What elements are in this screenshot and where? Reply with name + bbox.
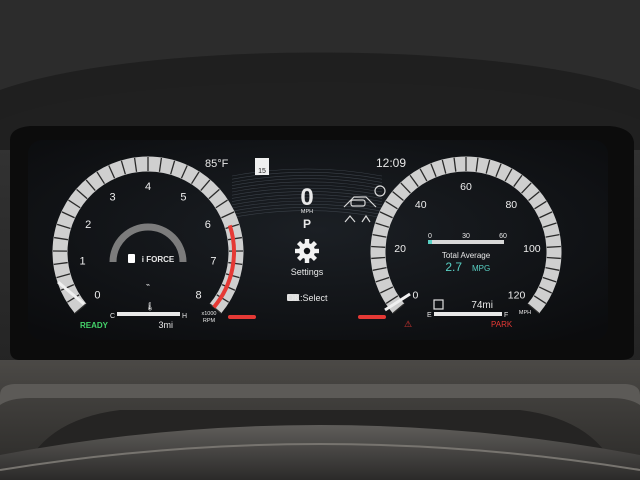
clock: 12:09 [376, 156, 406, 170]
thermometer-icon: 🌡 [145, 302, 155, 311]
fuel-high-label: F [504, 312, 508, 319]
speedo-label-60: 60 [460, 181, 472, 193]
gauge-tick [546, 245, 561, 248]
speedo-label-80: 80 [505, 199, 517, 211]
mpg-scale-0: 0 [428, 233, 432, 240]
seatbelt-sign-value: 15 [258, 168, 266, 175]
fuel-low-label: E [427, 312, 432, 319]
speedo-label-40: 40 [415, 199, 427, 211]
mpg-scale-60: 60 [499, 233, 507, 240]
left-red-bar [228, 315, 256, 319]
tach-label-5: 5 [180, 191, 186, 203]
mpg-bar-fill [428, 240, 432, 244]
mpg-scale-30: 30 [462, 233, 470, 240]
mpg-value: 2.7 [445, 260, 462, 274]
trip-distance: 3mi [158, 320, 173, 330]
speedo-unit: MPH [519, 310, 531, 316]
tach-label-4: 4 [145, 181, 151, 193]
gear-indicator: P [303, 217, 311, 231]
dashboard-photo: 0 1 2 3 4 5 6 7 8 x1000 RPM i FORCE ⌁ C H 🌡 READ… [0, 0, 640, 480]
brand-i-badge [128, 254, 135, 263]
park-indicator: PARK [491, 320, 513, 329]
speedo-label-120: 120 [508, 289, 526, 301]
tach-label-6: 6 [205, 219, 211, 231]
speedo-label-0: 0 [413, 289, 419, 301]
tach-label-7: 7 [210, 256, 216, 268]
speed-value: 0 [300, 184, 313, 211]
tach-unit-1: x1000 [202, 311, 217, 317]
right-red-bar [358, 315, 386, 319]
ready-indicator: READY [80, 321, 109, 330]
settings-label: Settings [291, 267, 324, 277]
tach-unit-2: RPM [203, 318, 216, 324]
eco-icon: ⌁ [146, 282, 150, 289]
speed-unit: MPH [301, 209, 313, 215]
gear-icon [295, 239, 319, 263]
tach-label-8: 8 [195, 289, 201, 301]
gear-hole [303, 247, 311, 255]
temp-low-label: C [110, 313, 115, 320]
tach-label-1: 1 [80, 256, 86, 268]
temp-high-label: H [182, 313, 187, 320]
fuel-bar [434, 312, 502, 316]
brand-text: i FORCE [142, 255, 175, 264]
tach-label-2: 2 [85, 219, 91, 231]
mpg-label: Total Average [442, 251, 491, 260]
outside-temperature: 85°F [205, 158, 229, 170]
seatbelt-reminder: 15 [255, 158, 269, 175]
mpg-bar [428, 240, 504, 244]
tach-label-3: 3 [109, 191, 115, 203]
ok-select-hint: OK:Select [287, 293, 328, 303]
tach-label-0: 0 [94, 289, 100, 301]
speedo-label-20: 20 [394, 243, 406, 255]
gauge-tick [371, 245, 386, 248]
mpg-unit: MPG [472, 264, 490, 273]
temp-bar [117, 312, 180, 316]
tire-warning-icon: ⚠ [404, 319, 412, 329]
speedo-label-100: 100 [523, 243, 541, 255]
range-value: 74mi [471, 300, 493, 311]
ok-select-text: OK:Select [287, 293, 328, 303]
